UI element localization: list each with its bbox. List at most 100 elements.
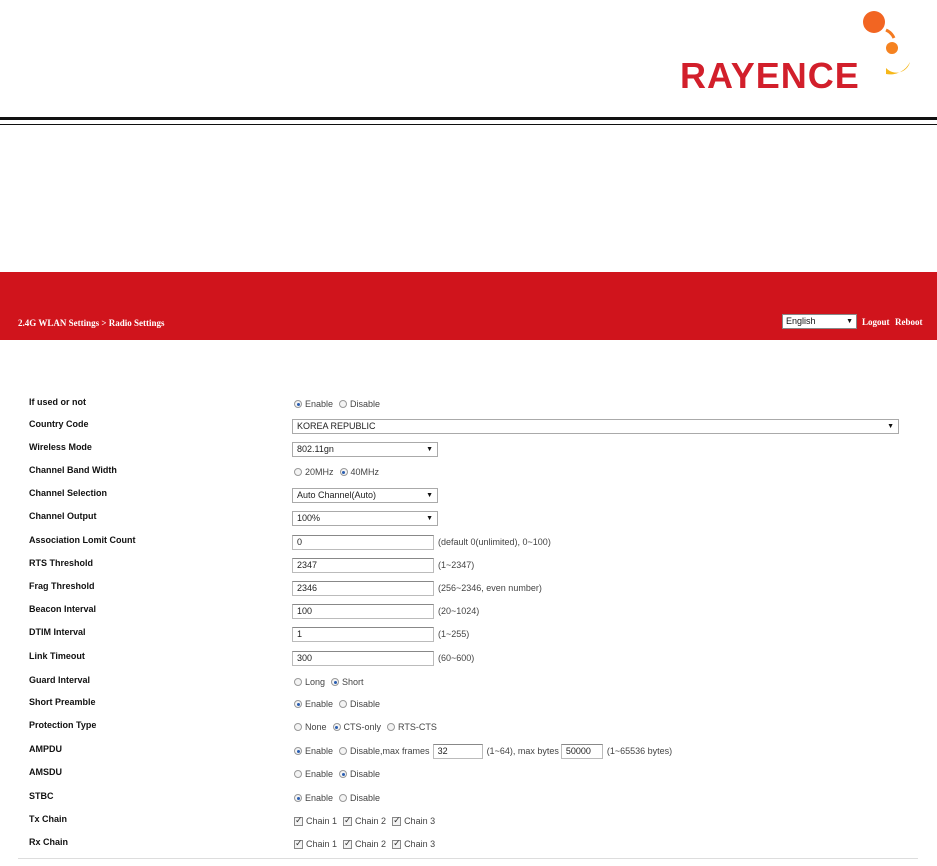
- radio-on-icon: [339, 770, 348, 778]
- row-country-code: Country Code KOREA REPUBLIC ▼: [0, 416, 937, 436]
- option-label: Chain 2: [355, 839, 387, 849]
- row-short-preamble: Short Preamble Enable Disable: [0, 694, 937, 714]
- ampdu-disable-radio[interactable]: Disable: [337, 746, 380, 756]
- radio-off-icon: [294, 678, 302, 686]
- option-label: CTS-only: [343, 722, 382, 732]
- row-channel-band-width: Channel Band Width 20MHz 40MHz: [0, 462, 937, 482]
- tx-chain-3-checkbox[interactable]: Chain 3: [390, 815, 436, 826]
- row-frag-threshold: Frag Threshold 2346 (256~2346, even numb…: [0, 578, 937, 598]
- option-label: RTS-CTS: [398, 722, 437, 732]
- amsdu-label: AMSDU: [29, 767, 62, 777]
- ampdu-max-bytes-input[interactable]: 50000: [560, 743, 603, 759]
- frag-threshold-label: Frag Threshold: [29, 581, 95, 591]
- tx-chain-1-checkbox[interactable]: Chain 1: [292, 815, 337, 826]
- language-select-value: English: [786, 316, 816, 326]
- row-channel-selection: Channel Selection Auto Channel(Auto) ▼: [0, 485, 937, 505]
- ampdu-max-frames-input[interactable]: 32: [432, 743, 483, 759]
- select-value: KOREA REPUBLIC: [297, 420, 376, 431]
- radio-on-icon: [294, 700, 302, 708]
- amsdu-disable-radio[interactable]: Disable: [337, 769, 380, 779]
- radio-off-icon: [294, 770, 302, 778]
- radio-on-icon: [332, 723, 341, 731]
- row-tx-chain: Tx Chain Chain 1 Chain 2 Chain 3: [0, 811, 937, 831]
- row-beacon-interval: Beacon Interval 100 (20~1024): [0, 601, 937, 621]
- rx-chain-2-checkbox[interactable]: Chain 2: [341, 838, 387, 849]
- option-label: Disable: [350, 769, 381, 779]
- if-used-enable-radio[interactable]: Enable: [292, 399, 333, 409]
- channel-selection-select[interactable]: Auto Channel(Auto) ▼: [292, 487, 438, 503]
- row-rx-chain: Rx Chain Chain 1 Chain 2 Chain 3: [0, 834, 937, 854]
- chevron-down-icon: ▼: [426, 514, 433, 522]
- association-limit-label: Association Lomit Count: [29, 535, 136, 545]
- beacon-interval-input[interactable]: 100: [292, 603, 434, 619]
- chevron-down-icon: ▼: [426, 491, 433, 499]
- link-timeout-input[interactable]: 300: [292, 650, 434, 666]
- option-label: Chain 2: [355, 816, 387, 826]
- row-association-limit: Association Lomit Count 0 (default 0(unl…: [0, 532, 937, 552]
- dtim-interval-label: DTIM Interval: [29, 627, 86, 637]
- radio-on-icon: [294, 400, 302, 408]
- option-label: Chain 3: [404, 839, 436, 849]
- rx-chain-3-checkbox[interactable]: Chain 3: [390, 838, 436, 849]
- checkbox-checked-icon: [392, 815, 402, 826]
- option-label: Enable: [305, 399, 334, 409]
- frag-threshold-input[interactable]: 2346: [292, 580, 434, 596]
- amsdu-enable-radio[interactable]: Enable: [292, 769, 333, 779]
- row-protection-type: Protection Type None CTS-only RTS-CTS: [0, 717, 937, 737]
- rx-chain-1-checkbox[interactable]: Chain 1: [292, 838, 337, 849]
- rts-threshold-hint: (1~2347): [438, 560, 475, 570]
- protection-cts-only-radio[interactable]: CTS-only: [331, 722, 382, 732]
- option-label: Chain 3: [404, 816, 436, 826]
- protection-rts-cts-radio[interactable]: RTS-CTS: [385, 722, 437, 732]
- wireless-mode-select[interactable]: 802.11gn ▼: [292, 441, 438, 457]
- band-40mhz-radio[interactable]: 40MHz: [338, 467, 380, 477]
- ampdu-frames-hint: (1~64), max bytes: [486, 746, 559, 756]
- guard-long-radio[interactable]: Long: [292, 677, 325, 687]
- reboot-link[interactable]: Reboot: [895, 317, 923, 327]
- band-20mhz-radio[interactable]: 20MHz: [292, 467, 334, 477]
- select-value: Auto Channel(Auto): [297, 489, 377, 500]
- row-channel-output: Channel Output 100% ▼: [0, 508, 937, 528]
- guard-short-radio[interactable]: Short: [329, 677, 364, 687]
- protection-none-radio[interactable]: None: [292, 722, 327, 732]
- country-code-select[interactable]: KOREA REPUBLIC ▼: [292, 418, 899, 434]
- option-label: Short: [342, 677, 364, 687]
- option-label: Disable: [350, 399, 381, 409]
- checkbox-checked-icon: [392, 838, 402, 849]
- header-rule-thin: [0, 124, 937, 125]
- stbc-disable-radio[interactable]: Disable: [337, 793, 380, 803]
- wireless-mode-label: Wireless Mode: [29, 442, 92, 452]
- option-label: 40MHz: [350, 467, 380, 477]
- frag-threshold-hint: (256~2346, even number): [438, 583, 542, 593]
- row-amsdu: AMSDU Enable Disable: [0, 764, 937, 784]
- select-value: 802.11gn: [297, 443, 334, 454]
- association-limit-input[interactable]: 0: [292, 534, 434, 550]
- select-value: 100%: [297, 512, 321, 523]
- option-label: Disable: [350, 699, 381, 709]
- preamble-enable-radio[interactable]: Enable: [292, 699, 333, 709]
- header-rule-thick: [0, 117, 937, 120]
- logout-link[interactable]: Logout: [862, 317, 890, 327]
- radio-off-icon: [339, 747, 348, 755]
- chevron-down-icon: ▼: [426, 445, 433, 453]
- link-timeout-hint: (60~600): [438, 653, 475, 663]
- channel-output-select[interactable]: 100% ▼: [292, 510, 438, 526]
- checkbox-checked-icon: [343, 838, 353, 849]
- dtim-interval-input[interactable]: 1: [292, 626, 434, 642]
- language-select[interactable]: English ▼: [782, 314, 857, 329]
- rts-threshold-input[interactable]: 2347: [292, 557, 434, 573]
- ampdu-frames-label: ,max frames: [380, 746, 430, 756]
- protection-type-label: Protection Type: [29, 720, 97, 730]
- rayence-logo: RAYENCE: [676, 8, 916, 103]
- preamble-disable-radio[interactable]: Disable: [337, 699, 380, 709]
- radio-off-icon: [339, 794, 348, 802]
- ampdu-enable-radio[interactable]: Enable: [292, 746, 333, 756]
- short-preamble-label: Short Preamble: [29, 697, 96, 707]
- guard-interval-label: Guard Interval: [29, 675, 91, 685]
- option-label: Enable: [305, 769, 334, 779]
- rx-chain-label: Rx Chain: [29, 837, 69, 847]
- if-used-disable-radio[interactable]: Disable: [337, 399, 380, 409]
- tx-chain-2-checkbox[interactable]: Chain 2: [341, 815, 387, 826]
- row-if-used: If used or not Enable Disable: [0, 394, 937, 414]
- stbc-enable-radio[interactable]: Enable: [292, 793, 333, 803]
